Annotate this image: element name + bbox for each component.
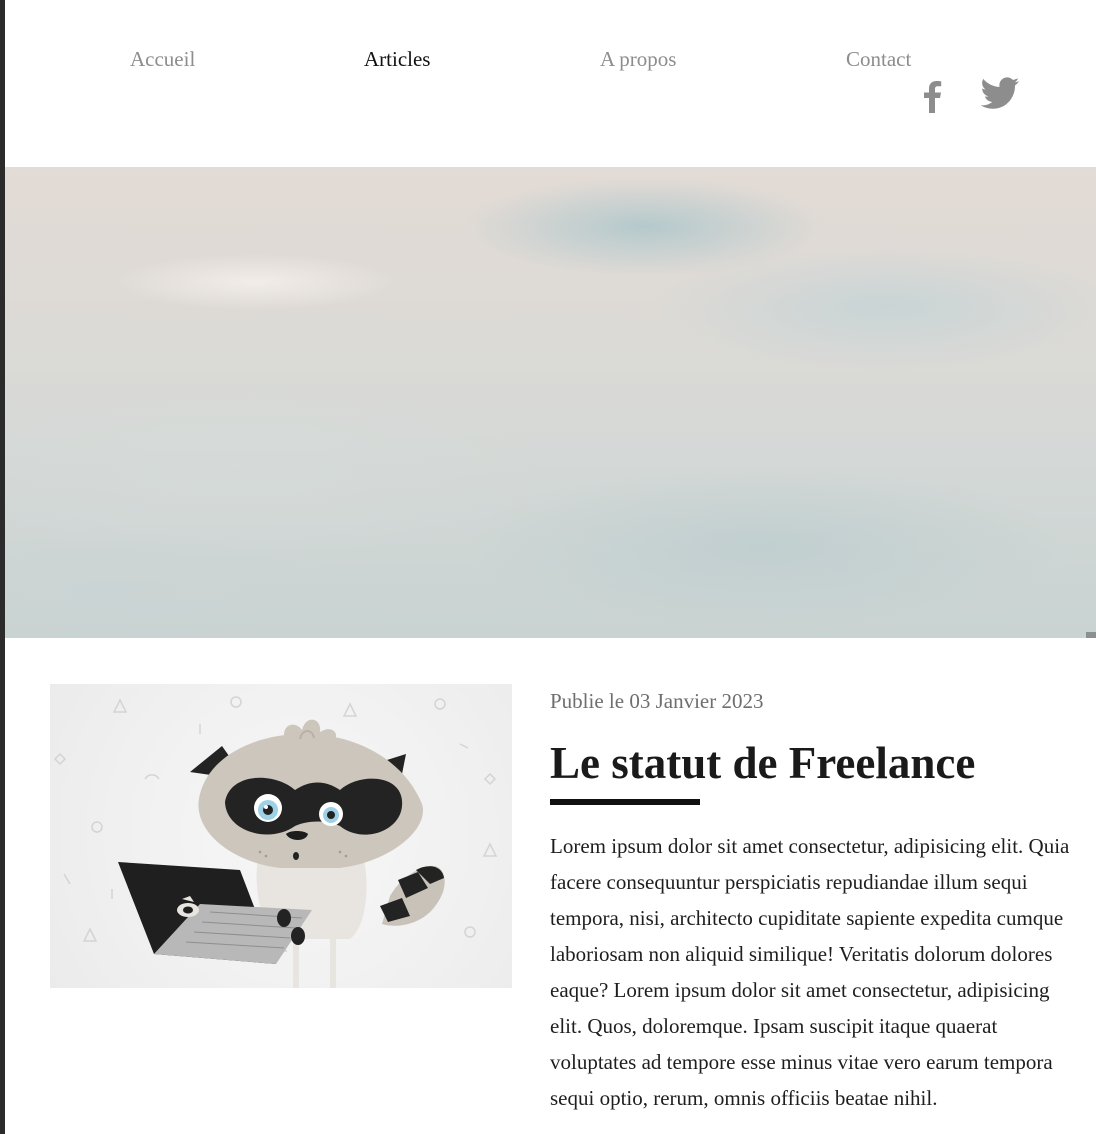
nav-link-accueil[interactable]: Accueil [130,47,195,72]
article-date: Publie le 03 Janvier 2023 [550,689,764,713]
hero-corner [1086,632,1096,638]
nav-link-articles[interactable]: Articles [364,47,430,72]
nav-link-contact[interactable]: Contact [846,47,911,72]
article-title: Le statut de Freelance [550,738,976,788]
article-image-raccoon [50,684,512,988]
twitter-icon[interactable] [980,77,1020,110]
facebook-icon[interactable] [921,80,943,113]
article-body: Lorem ipsum dolor sit amet consectetur, … [550,834,1070,1110]
page: Accueil Articles A propos Contact Publie… [5,0,1096,1134]
nav-link-a-propos[interactable]: A propos [600,47,676,72]
hero-sky-image [5,167,1096,638]
title-underline [550,799,700,805]
